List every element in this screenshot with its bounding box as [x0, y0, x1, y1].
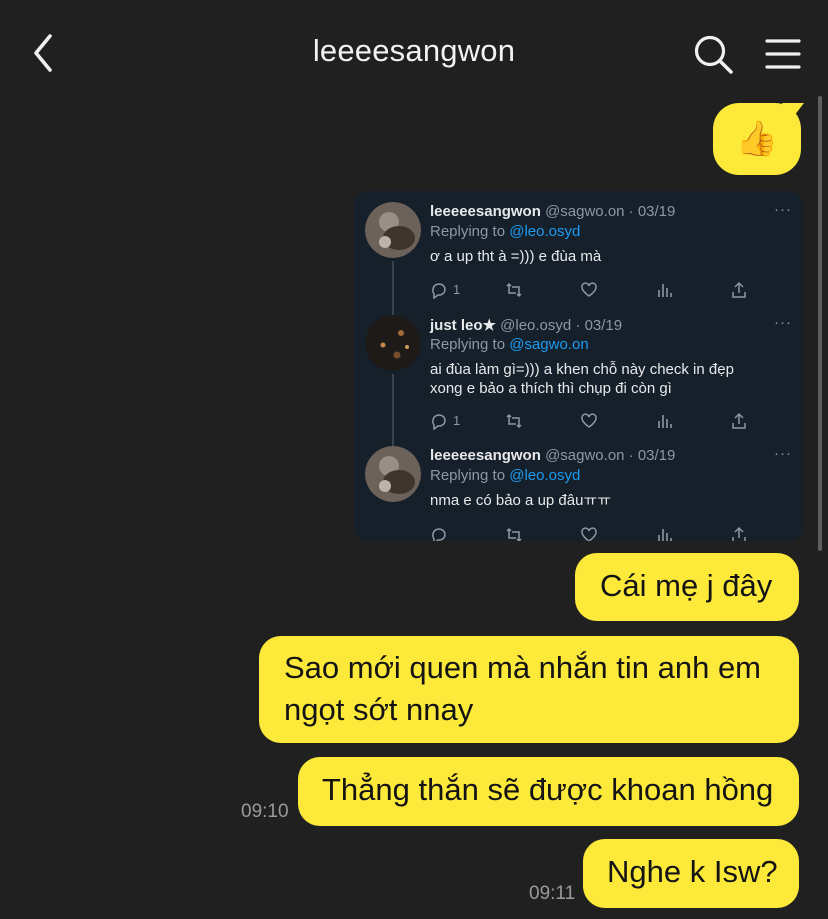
message-bubble[interactable]: Thẳng thắn sẽ được khoan hồng — [298, 757, 799, 826]
tweet-meta: @sagwo.on · 03/19 — [545, 203, 676, 220]
analytics-icon — [658, 414, 672, 428]
avatar — [365, 315, 421, 371]
tweet-meta: @sagwo.on · 03/19 — [545, 447, 676, 464]
tweet-text: ai đùa làm gì=))) a khen chỗ này check i… — [430, 361, 734, 397]
retweet-icon — [506, 413, 522, 428]
mention-link: @leo.osyd — [509, 223, 581, 240]
tweet-text: nma e có bảo a up đâuㅠㅠ — [430, 492, 612, 509]
scrollbar[interactable] — [818, 96, 822, 551]
heart-icon — [581, 526, 597, 541]
message-thumbs-up[interactable]: 👍 — [713, 103, 801, 175]
replying-to: Replying to @sagwo.on — [430, 336, 589, 353]
chat-header: leeeesangwon — [0, 0, 828, 104]
reply-icon — [432, 282, 446, 300]
message-timestamp: 09:11 — [529, 883, 576, 904]
message-bubble[interactable]: Nghe k Isw? — [583, 839, 799, 908]
menu-button[interactable] — [764, 36, 802, 72]
search-icon — [694, 35, 733, 74]
hamburger-menu-icon — [765, 39, 801, 69]
share-icon — [732, 412, 746, 429]
tweet-actions: 1 — [430, 279, 760, 300]
replying-to: Replying to @leo.osyd — [430, 223, 581, 240]
more-icon: ··· — [774, 445, 792, 462]
thread-line — [392, 374, 394, 450]
reply-count: 1 — [453, 281, 461, 297]
mention-link: @sagwo.on — [509, 336, 589, 353]
reply-icon — [432, 527, 446, 541]
avatar — [365, 202, 421, 258]
message-timestamp: 09:10 — [241, 801, 289, 822]
retweet-icon — [506, 282, 522, 297]
analytics-icon — [658, 283, 672, 297]
more-icon: ··· — [774, 314, 792, 331]
avatar — [365, 446, 421, 502]
reply-count: 1 — [453, 412, 461, 428]
more-icon: ··· — [774, 201, 792, 218]
retweet-icon — [506, 527, 522, 541]
tweet-author-name: just leo★ — [430, 317, 496, 334]
message-bubble[interactable]: Sao mới quen mà nhắn tin anh em ngọt sớt… — [259, 636, 799, 743]
reply-icon — [432, 413, 446, 431]
message-bubble[interactable]: Cái mẹ j đây — [575, 553, 799, 621]
heart-icon — [581, 281, 597, 297]
share-icon — [732, 526, 746, 541]
tweet-meta: @leo.osyd · 03/19 — [500, 317, 623, 334]
mention-link: @leo.osyd — [509, 467, 581, 484]
replying-to: Replying to @leo.osyd — [430, 467, 581, 484]
tweet-text: ơ a up tht à =))) e đùa mà — [430, 248, 602, 265]
tweet-author-name: leeeeesangwon — [430, 203, 541, 220]
analytics-icon — [658, 528, 672, 541]
share-icon — [732, 281, 746, 298]
search-button[interactable] — [692, 33, 734, 75]
tweet-author-name: leeeeesangwon — [430, 447, 541, 464]
heart-icon — [581, 412, 597, 428]
tweet-actions: 1 — [430, 410, 760, 431]
tweet-thread-image[interactable]: leeeeesangwon @sagwo.on · 03/19 ··· Repl… — [354, 191, 803, 541]
tweet-actions — [430, 524, 760, 541]
